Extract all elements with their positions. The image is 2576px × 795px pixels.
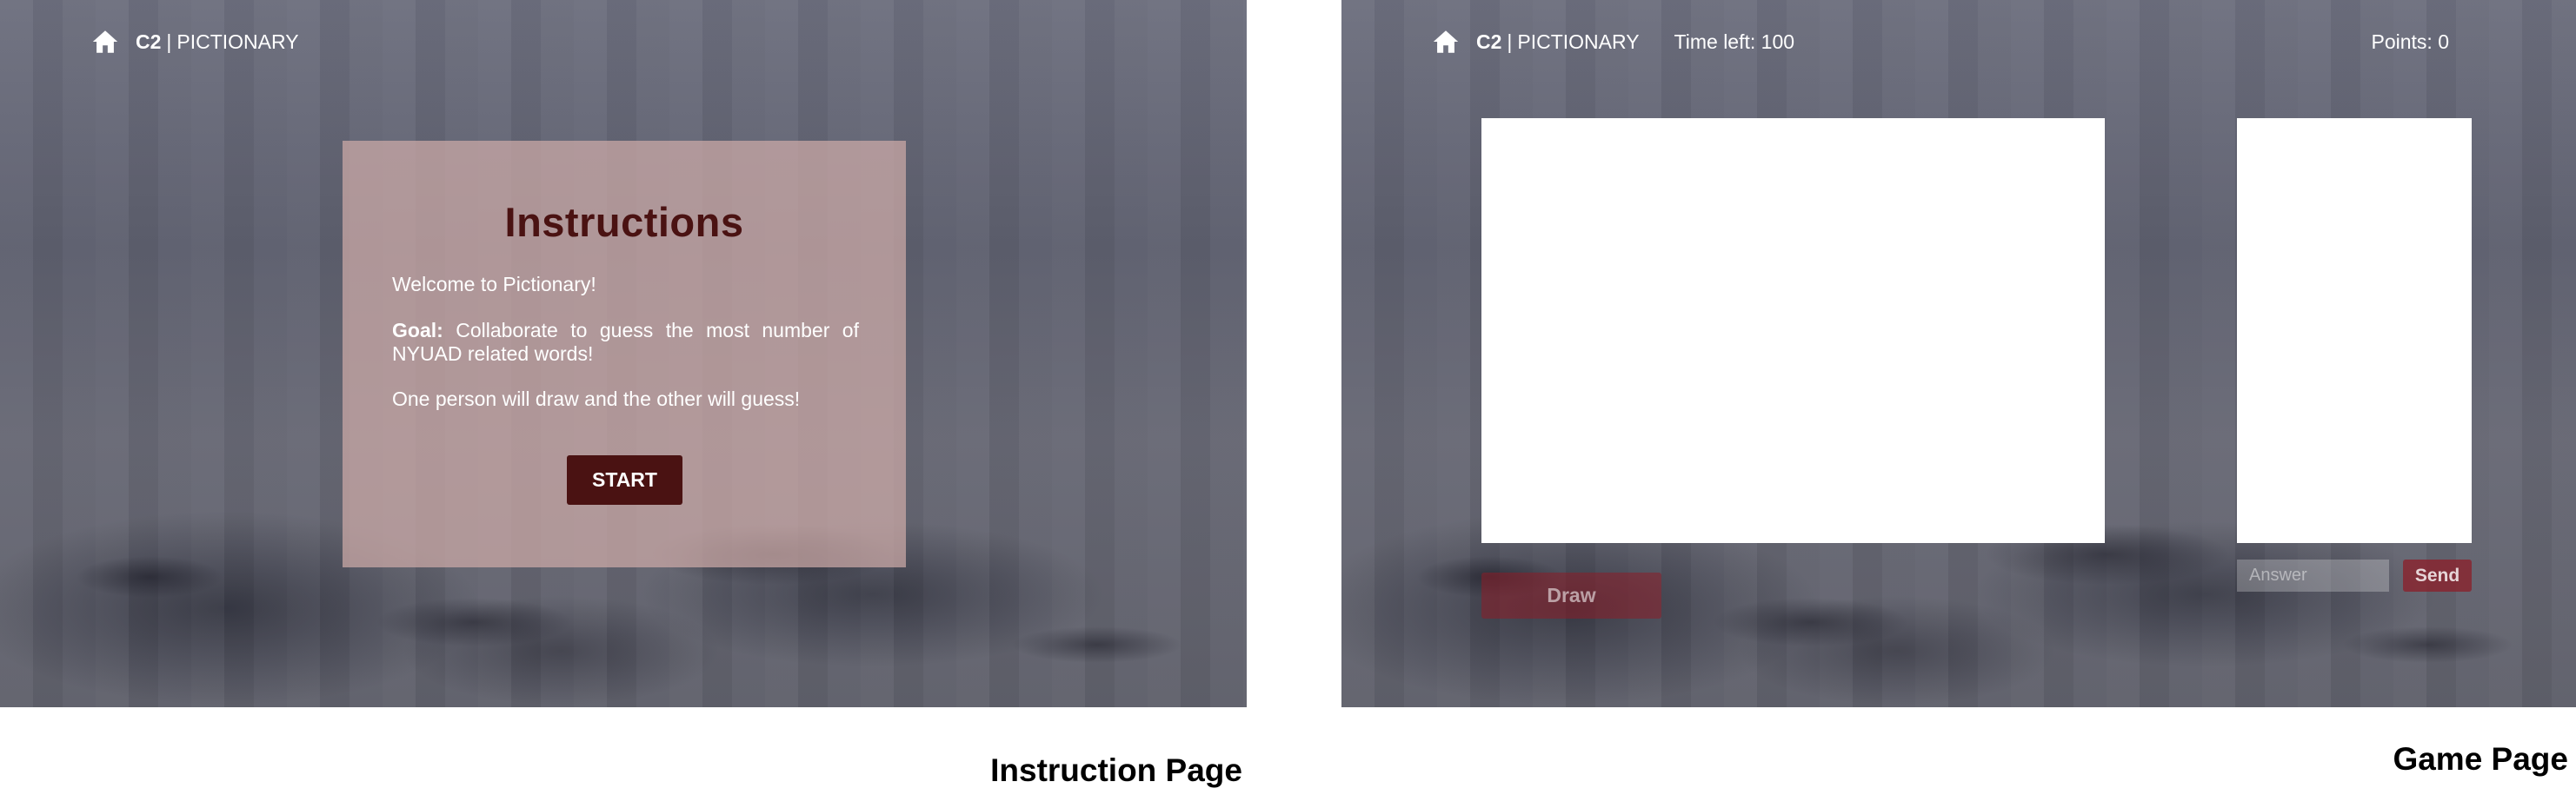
brand-code: C2 (136, 30, 162, 53)
guess-chat-panel (2237, 118, 2472, 543)
game-page-caption: Game Page (2393, 741, 2568, 777)
brand-name: PICTIONARY (176, 30, 299, 53)
roles-text: One person will draw and the other will … (392, 388, 801, 410)
drawing-canvas[interactable] (1481, 118, 2105, 543)
instruction-header: C2 | PICTIONARY (90, 23, 299, 61)
home-icon[interactable] (90, 27, 120, 56)
time-left: Time left: 100 (1674, 30, 1795, 53)
goal-description: Collaborate to guess the most number of … (392, 319, 859, 365)
goal-text: Goal: Collaborate to guess the most numb… (392, 319, 859, 366)
brand-separator: | (166, 30, 172, 53)
brand-separator: | (1507, 30, 1513, 53)
instruction-page-caption: Instruction Page (990, 752, 1242, 788)
instruction-screen: C2 | PICTIONARY Instructions Welcome to … (0, 0, 1247, 707)
start-button[interactable]: START (567, 455, 682, 505)
instructions-title: Instructions (504, 199, 744, 245)
home-icon[interactable] (1431, 27, 1461, 56)
points-display: Points: 0 (2371, 30, 2450, 53)
send-button[interactable]: Send (2403, 560, 2472, 592)
instructions-panel: Instructions Welcome to Pictionary! Goal… (343, 141, 906, 567)
draw-button[interactable]: Draw (1481, 573, 1661, 619)
brand-name: PICTIONARY (1517, 30, 1640, 53)
game-header: C2 | PICTIONARY Time left: 100 (1431, 23, 1794, 61)
game-screen: C2 | PICTIONARY Time left: 100 Points: 0… (1341, 0, 2576, 707)
goal-label: Goal: (392, 319, 443, 341)
answer-input[interactable] (2237, 560, 2389, 592)
brand-code: C2 (1476, 30, 1502, 53)
welcome-text: Welcome to Pictionary! (392, 273, 596, 295)
